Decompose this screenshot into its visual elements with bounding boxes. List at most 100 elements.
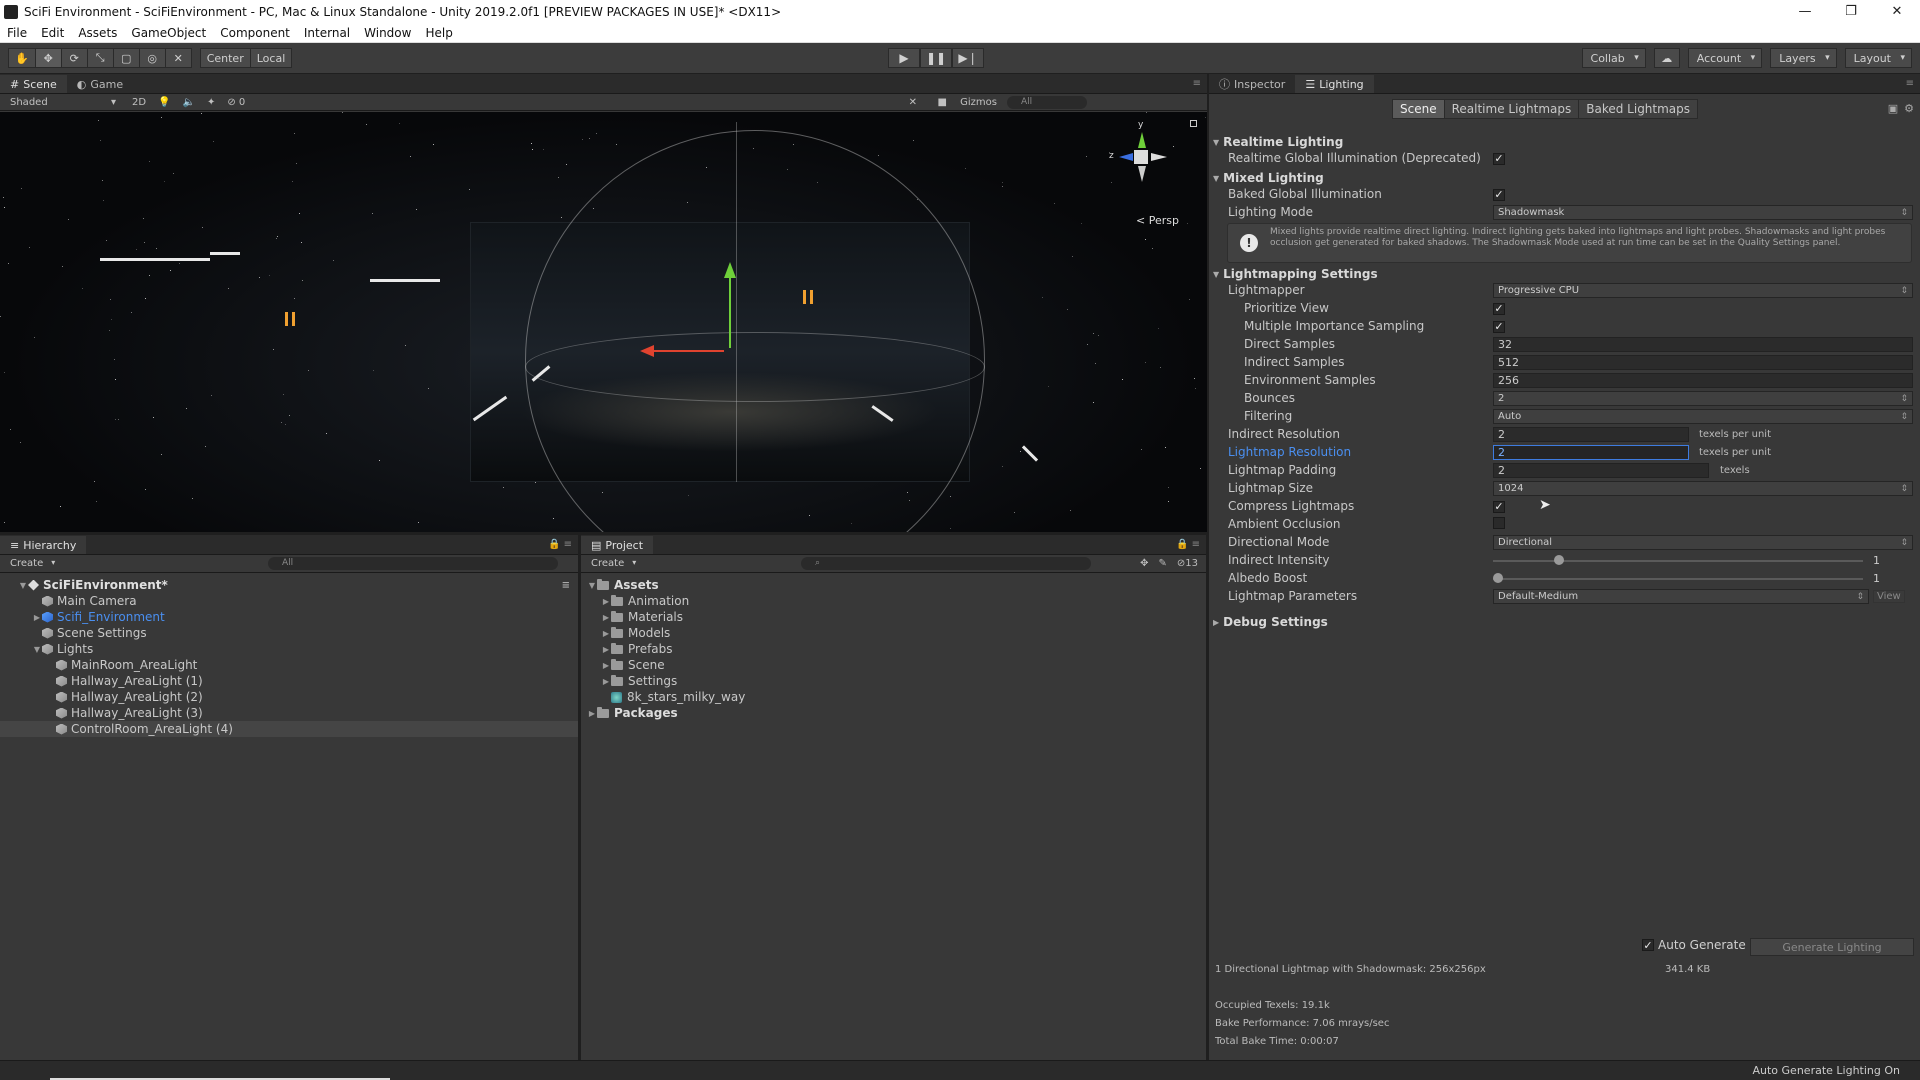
- lighting-toggle-icon[interactable]: 💡: [158, 97, 170, 108]
- indirect-intensity-value[interactable]: 1: [1873, 554, 1880, 567]
- gizmo-cube-icon[interactable]: [1134, 150, 1148, 164]
- rotate-tool-icon[interactable]: ⟳: [61, 48, 88, 68]
- minimize-button[interactable]: —: [1782, 0, 1828, 23]
- env-samples-field[interactable]: 256: [1493, 372, 1913, 388]
- scale-tool-icon[interactable]: ⤡: [87, 48, 114, 68]
- lightmap-size-dropdown[interactable]: 1024: [1493, 481, 1913, 496]
- lightmapper-dropdown[interactable]: Progressive CPU: [1493, 283, 1913, 298]
- lightmap-parameters-dropdown[interactable]: Default-Medium: [1493, 589, 1869, 604]
- hierarchy-item[interactable]: Main Camera: [0, 593, 578, 609]
- hidden-packages-icon[interactable]: ⊘13: [1177, 558, 1198, 569]
- tab-project[interactable]: ▤ Project: [581, 536, 654, 554]
- tab-lighting[interactable]: ☰ Lighting: [1295, 75, 1374, 93]
- expand-arrow-icon[interactable]: ▶: [601, 661, 611, 670]
- panel-menu-icon[interactable]: ≡: [1193, 78, 1201, 89]
- hierarchy-item[interactable]: ▶ Scifi_Environment: [0, 609, 578, 625]
- expand-arrow-icon[interactable]: ▼: [32, 645, 42, 654]
- lightmap-resolution-field[interactable]: 2: [1493, 444, 1689, 460]
- expand-arrow-icon[interactable]: ▶: [601, 613, 611, 622]
- pivot-local-button[interactable]: Local: [250, 48, 293, 68]
- project-folder[interactable]: ▶ Models: [581, 625, 1206, 641]
- prioritize-view-checkbox[interactable]: ✓: [1493, 302, 1505, 315]
- custom-tool-icon[interactable]: ✕: [165, 48, 192, 68]
- expand-arrow-icon[interactable]: ▶: [601, 677, 611, 686]
- expand-arrow-icon[interactable]: ▼: [18, 581, 28, 590]
- move-handle-y[interactable]: [729, 278, 731, 348]
- area-light-gizmo[interactable]: [525, 130, 985, 532]
- direct-samples-field[interactable]: 32: [1493, 336, 1913, 352]
- collab-dropdown[interactable]: Collab: [1581, 48, 1646, 68]
- transform-tool-icon[interactable]: ◎: [139, 48, 166, 68]
- camera-icon[interactable]: ■: [938, 97, 947, 108]
- filter-label-icon[interactable]: ✎: [1158, 558, 1166, 569]
- gizmos-dropdown[interactable]: Gizmos: [960, 97, 997, 108]
- orientation-gizmo[interactable]: y z: [1107, 120, 1177, 210]
- panel-menu-icon[interactable]: 🔒 ≡: [548, 539, 572, 550]
- project-folder[interactable]: ▶ Prefabs: [581, 641, 1206, 657]
- realtime-gi-checkbox[interactable]: ✓: [1493, 152, 1505, 165]
- subtab-baked-lightmaps[interactable]: Baked Lightmaps: [1579, 99, 1699, 119]
- lighting-mode-dropdown[interactable]: Shadowmask: [1493, 205, 1913, 220]
- tab-inspector[interactable]: ⓘ Inspector: [1209, 75, 1295, 93]
- pivot-center-button[interactable]: Center: [199, 48, 251, 68]
- project-folder[interactable]: ▶ Animation: [581, 593, 1206, 609]
- bounces-dropdown[interactable]: 2: [1493, 391, 1913, 406]
- tab-game[interactable]: ◐ Game: [67, 75, 133, 93]
- menu-help[interactable]: Help: [418, 26, 459, 40]
- axis-down-cone-icon[interactable]: [1138, 166, 1146, 182]
- hierarchy-item[interactable]: Scene Settings: [0, 625, 578, 641]
- rect-tool-icon[interactable]: ▢: [113, 48, 140, 68]
- indirect-samples-field[interactable]: 512: [1493, 354, 1913, 370]
- step-button[interactable]: ▶❘: [952, 48, 984, 68]
- view-button[interactable]: View: [1873, 589, 1905, 603]
- directional-mode-dropdown[interactable]: Directional: [1493, 535, 1913, 550]
- section-lightmapping-settings[interactable]: ▼ Lightmapping Settings: [1209, 267, 1920, 281]
- pause-button[interactable]: ❚❚: [920, 48, 952, 68]
- mis-checkbox[interactable]: ✓: [1493, 320, 1505, 333]
- subtab-realtime-lightmaps[interactable]: Realtime Lightmaps: [1444, 99, 1580, 119]
- move-tool-icon[interactable]: ✥: [35, 48, 62, 68]
- project-folder-assets[interactable]: ▼ Assets: [581, 577, 1206, 593]
- scene-viewport[interactable]: y z < Persp: [0, 112, 1207, 532]
- hidden-objects-icon[interactable]: ⊘ 0: [227, 97, 245, 108]
- tab-scene[interactable]: # Scene: [0, 75, 67, 93]
- menu-file[interactable]: File: [0, 26, 34, 40]
- filter-type-icon[interactable]: ✥: [1140, 558, 1148, 569]
- lightmap-padding-field[interactable]: 2: [1493, 462, 1709, 478]
- move-arrow-x-icon[interactable]: [640, 345, 654, 357]
- project-folder[interactable]: ▶ Settings: [581, 673, 1206, 689]
- generate-lighting-button[interactable]: Generate Lighting: [1750, 938, 1914, 956]
- axis-z-cone-icon[interactable]: [1119, 153, 1133, 161]
- hierarchy-item[interactable]: Hallway_AreaLight (1): [0, 673, 578, 689]
- restore-button[interactable]: ❐: [1828, 0, 1874, 23]
- expand-arrow-icon[interactable]: ▼: [587, 581, 597, 590]
- albedo-boost-value[interactable]: 1: [1873, 572, 1880, 585]
- lock-icon[interactable]: [1190, 120, 1197, 127]
- perspective-label[interactable]: < Persp: [1136, 214, 1179, 227]
- expand-arrow-icon[interactable]: ▶: [587, 709, 597, 718]
- effects-toggle-icon[interactable]: ✦: [207, 97, 215, 108]
- gear-icon[interactable]: ⚙: [1904, 102, 1914, 115]
- tools-icon[interactable]: ✕: [909, 97, 917, 108]
- panel-menu-icon[interactable]: 🔒 ≡: [1176, 539, 1200, 550]
- menu-internal[interactable]: Internal: [297, 26, 357, 40]
- move-handle-x[interactable]: [654, 350, 724, 352]
- hierarchy-item[interactable]: Hallway_AreaLight (2): [0, 689, 578, 705]
- tab-hierarchy[interactable]: ≡ Hierarchy: [0, 536, 87, 554]
- menu-assets[interactable]: Assets: [71, 26, 124, 40]
- slider-thumb[interactable]: [1493, 572, 1503, 583]
- hand-tool-icon[interactable]: ✋: [8, 48, 36, 68]
- expand-arrow-icon[interactable]: ▶: [32, 613, 42, 622]
- hierarchy-item[interactable]: ▼ Lights: [0, 641, 578, 657]
- layers-dropdown[interactable]: Layers: [1770, 48, 1837, 68]
- filtering-dropdown[interactable]: Auto: [1493, 409, 1913, 424]
- subtab-scene[interactable]: Scene: [1392, 99, 1445, 119]
- project-folder[interactable]: ▶ Scene: [581, 657, 1206, 673]
- auto-generate-toggle[interactable]: ✓ Auto Generate: [1642, 938, 1746, 952]
- menu-window[interactable]: Window: [357, 26, 418, 40]
- project-asset[interactable]: 8k_stars_milky_way: [581, 689, 1206, 705]
- section-realtime-lighting[interactable]: ▼ Realtime Lighting: [1209, 135, 1920, 149]
- project-folder-packages[interactable]: ▶ Packages: [581, 705, 1206, 721]
- ambient-occlusion-checkbox[interactable]: [1493, 516, 1505, 529]
- indirect-resolution-field[interactable]: 2: [1493, 426, 1689, 442]
